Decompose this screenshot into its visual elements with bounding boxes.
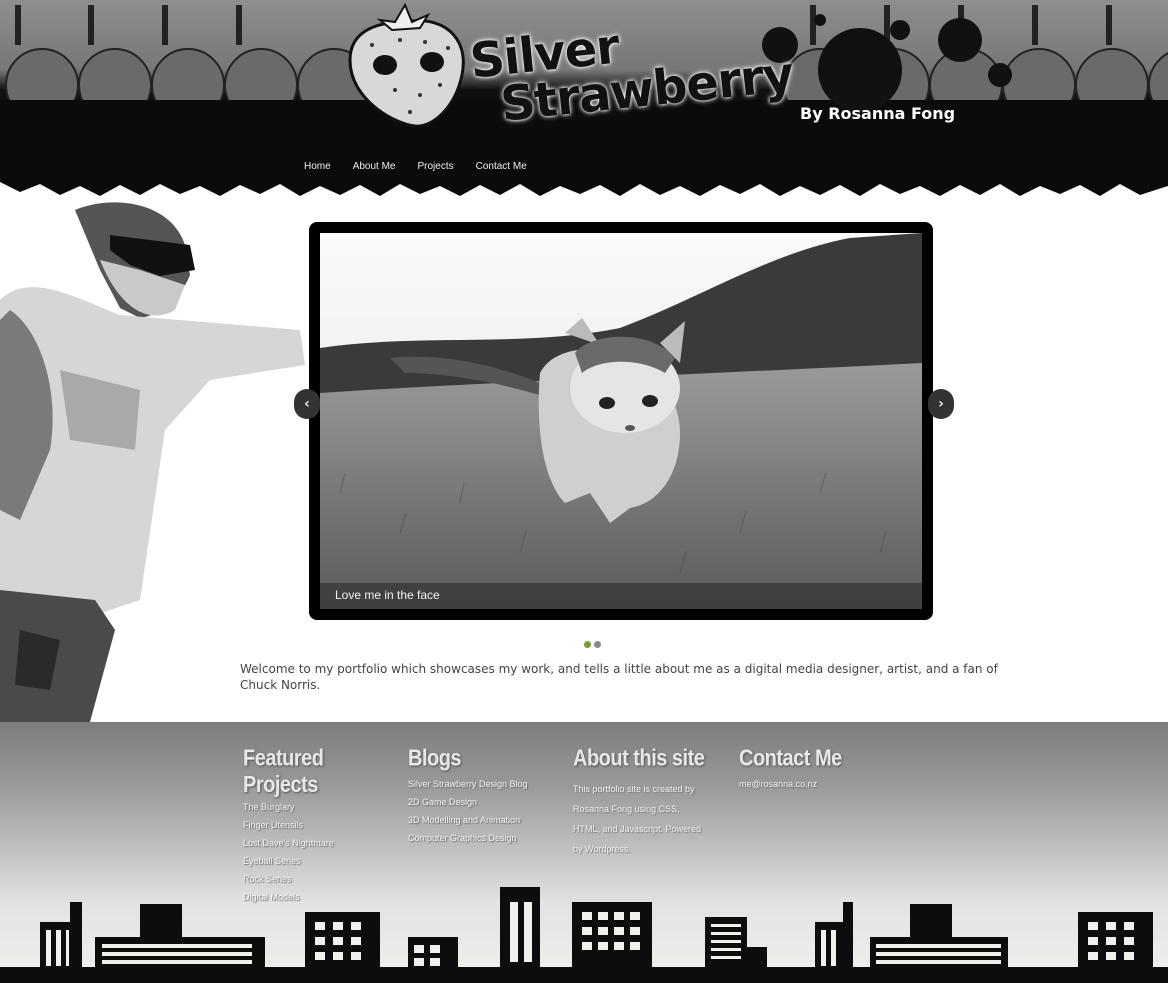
- blog-link[interactable]: 3D Modelling and Animation: [408, 815, 558, 825]
- main-nav: Home About Me Projects Contact Me: [304, 161, 527, 172]
- slide-caption: Love me in the face: [320, 583, 922, 609]
- slider-prev-button[interactable]: ‹: [294, 389, 320, 419]
- slider-dot-2[interactable]: [594, 641, 601, 648]
- site-header: Silver Strawberry By Rosanna Fong Home A…: [0, 0, 1168, 200]
- featured-project-link[interactable]: Finger Utensils: [243, 820, 393, 830]
- slider-next-button[interactable]: ›: [928, 389, 954, 419]
- slide-caption-text: Love me in the face: [335, 588, 440, 602]
- author-byline: By Rosanna Fong: [800, 104, 956, 123]
- slider-dot-1[interactable]: [584, 641, 591, 648]
- about-site-text: This portfolio site is created by Rosann…: [573, 784, 702, 854]
- slide-image-kitten[interactable]: [320, 233, 922, 609]
- blog-link[interactable]: 2D Game Design: [408, 797, 558, 807]
- blog-link[interactable]: Silver Strawberry Design Blog: [408, 779, 558, 789]
- contact-email-link[interactable]: me@rosanna.co.nz: [739, 779, 889, 789]
- blogs-list: Silver Strawberry Design Blog 2D Game De…: [408, 779, 558, 843]
- slider-pagination: [584, 641, 601, 648]
- blog-link[interactable]: Computer Graphics Design: [408, 833, 558, 843]
- featured-project-link[interactable]: Eyeball Series: [243, 856, 393, 866]
- contact-heading: Contact Me: [739, 746, 842, 772]
- about-site-column: About this site This portfolio site is c…: [573, 746, 723, 859]
- city-skyline-art: [0, 887, 1168, 983]
- intro-text: Welcome to my portfolio which showcases …: [240, 662, 998, 692]
- featured-project-link[interactable]: The Burglary: [243, 802, 393, 812]
- about-site-heading: About this site: [573, 746, 705, 772]
- featured-project-link[interactable]: Lost Dave's Nightmare: [243, 838, 393, 848]
- nav-projects[interactable]: Projects: [418, 161, 454, 172]
- site-footer: Featured Projects The Burglary Finger Ut…: [0, 722, 1168, 983]
- featured-projects-heading: Featured Projects: [243, 746, 324, 798]
- contact-column: Contact Me me@rosanna.co.nz: [739, 746, 889, 797]
- contact-list: me@rosanna.co.nz: [739, 779, 889, 789]
- blogs-column: Blogs Silver Strawberry Design Blog 2D G…: [408, 746, 558, 851]
- nav-about-me[interactable]: About Me: [353, 161, 396, 172]
- blogs-heading: Blogs: [408, 746, 462, 772]
- nav-contact-me[interactable]: Contact Me: [476, 161, 527, 172]
- boy-illustration: [0, 202, 305, 722]
- nav-home[interactable]: Home: [304, 161, 331, 172]
